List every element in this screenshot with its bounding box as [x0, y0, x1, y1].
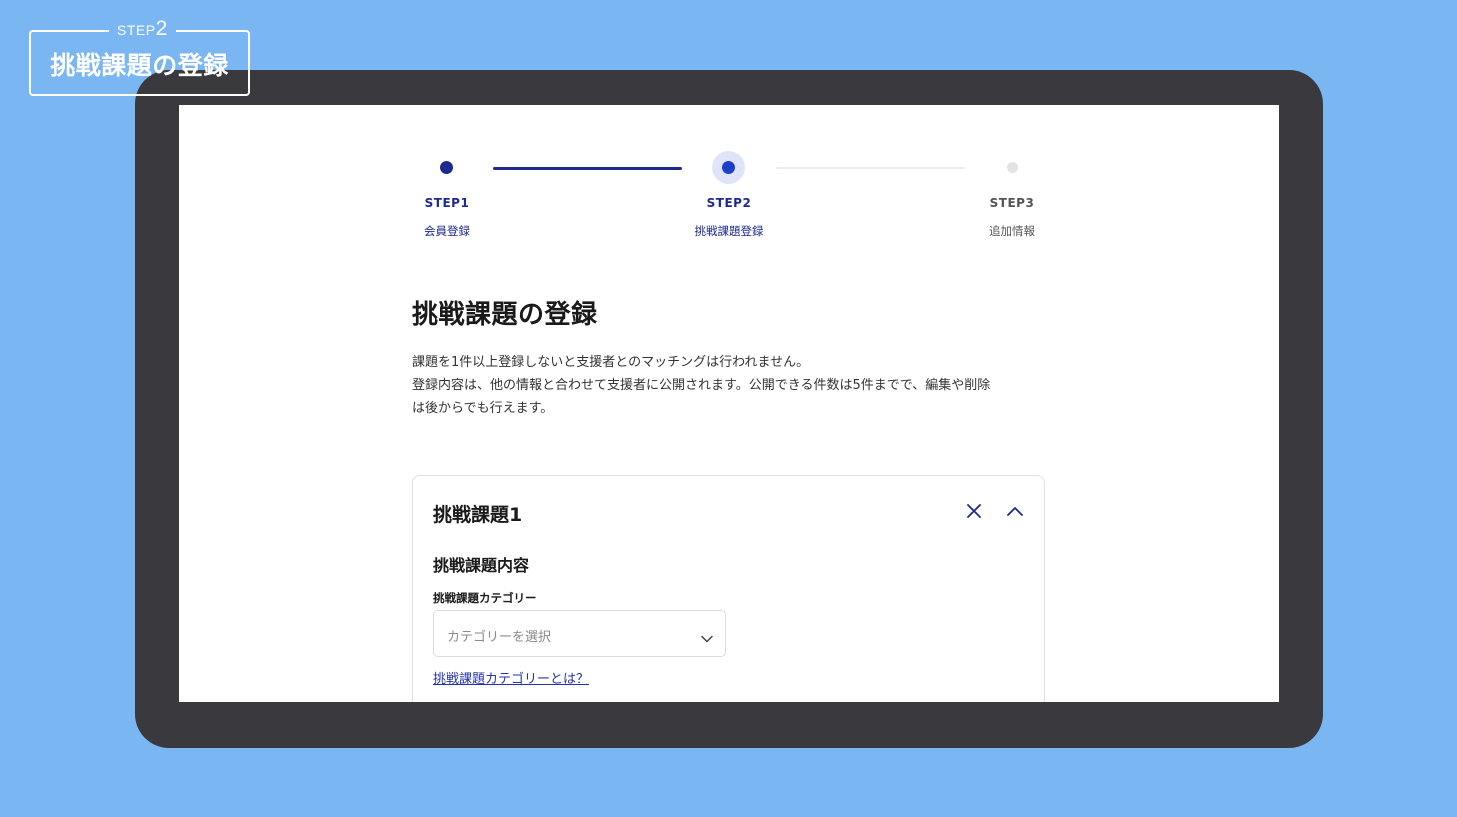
- caption-step-label: STEP2: [109, 18, 176, 41]
- category-label: 挑戦課題カテゴリー: [433, 591, 537, 605]
- category-select[interactable]: カテゴリーを選択: [433, 610, 726, 657]
- card-title: 挑戦課題1: [433, 504, 523, 526]
- stepper-line-completed: [493, 167, 682, 170]
- step-caption: STEP2 挑戦課題の登録: [29, 18, 250, 96]
- step1-dot: [440, 161, 453, 174]
- step1-sub: 会員登録: [424, 224, 470, 238]
- step2-sub: 挑戦課題登録: [694, 224, 764, 238]
- description-line: 登録内容は、他の情報と合わせて支援者に公開されます。公開できる件数は5件までで、…: [412, 378, 991, 393]
- step3-label: STEP3: [989, 196, 1035, 210]
- chevron-down-icon: [701, 628, 713, 647]
- page-description: 課題を1件以上登録しないと支援者とのマッチングは行われません。 登録内容は、他の…: [412, 351, 1052, 420]
- main-content: 挑戦課題の登録 課題を1件以上登録しないと支援者とのマッチングは行われません。 …: [412, 295, 1052, 702]
- step2-label: STEP2: [706, 196, 752, 210]
- description-line: は後からでも行えます。: [412, 401, 554, 416]
- screen: STEP1 会員登録 STEP2 挑戦課題登録 STEP3 追加情報 挑戦課題の…: [179, 105, 1279, 702]
- section-title: 挑戦課題内容: [433, 556, 530, 575]
- step3-sub: 追加情報: [989, 224, 1035, 238]
- caption-step-prefix: STEP: [117, 22, 156, 38]
- chevron-up-icon: [1007, 507, 1023, 516]
- caption-title: 挑戦課題の登録: [50, 51, 229, 80]
- description-line: 課題を1件以上登録しないと支援者とのマッチングは行われません。: [412, 355, 810, 370]
- remove-card-button[interactable]: [963, 500, 985, 522]
- tablet-frame: STEP1 会員登録 STEP2 挑戦課題登録 STEP3 追加情報 挑戦課題の…: [135, 70, 1323, 748]
- collapse-card-button[interactable]: [1004, 500, 1026, 522]
- step2-dot: [722, 161, 735, 174]
- category-select-placeholder: カテゴリーを選択: [447, 630, 552, 645]
- step3-dot: [1007, 162, 1018, 173]
- stepper-line-pending: [776, 167, 965, 169]
- close-icon: [967, 504, 981, 518]
- progress-stepper: STEP1 会員登録 STEP2 挑戦課題登録 STEP3 追加情報: [179, 105, 1279, 255]
- challenge-card: 挑戦課題1 挑戦課題内容 挑戦課題カテゴリー カテゴリーを選択 挑戦課題カテゴリ…: [412, 475, 1045, 702]
- category-help-link[interactable]: 挑戦課題カテゴリーとは？: [433, 668, 589, 687]
- step1-label: STEP1: [424, 196, 470, 210]
- page-title: 挑戦課題の登録: [412, 300, 598, 330]
- caption-step-number: 2: [155, 17, 168, 40]
